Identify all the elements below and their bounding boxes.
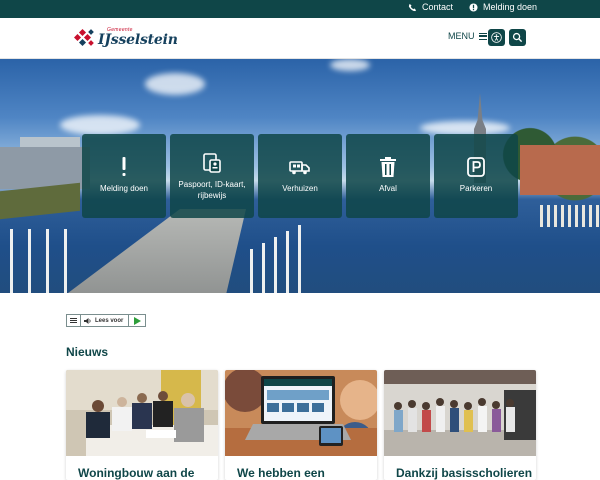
- logo-mark-icon: [74, 28, 94, 47]
- tile-verhuizen[interactable]: Verhuizen: [258, 134, 342, 218]
- tile-melding-doen[interactable]: Melding doen: [82, 134, 166, 218]
- railing-post: [64, 229, 67, 293]
- accessibility-button[interactable]: [488, 29, 505, 46]
- read-aloud-menu-button[interactable]: [67, 315, 81, 326]
- cloud: [145, 73, 205, 95]
- railing-post: [250, 249, 253, 293]
- news-image: [66, 370, 218, 456]
- news-headline: Woningbouw aan de: [78, 466, 195, 480]
- railing-post: [274, 237, 277, 293]
- trash-icon: [380, 157, 396, 177]
- cloud: [330, 59, 370, 71]
- read-aloud-bar: Lees voor: [66, 314, 146, 327]
- news-card[interactable]: We hebben een: [225, 370, 377, 480]
- moving-truck-icon: [289, 161, 310, 175]
- accessibility-icon: [491, 32, 502, 43]
- speaker-icon: [84, 317, 91, 324]
- contact-link[interactable]: Contact: [408, 2, 453, 12]
- tile-label: Afval: [379, 184, 397, 193]
- tile-label: Verhuizen: [282, 184, 318, 193]
- news-card[interactable]: Dankzij basisscholieren: [384, 370, 536, 480]
- boardwalk: [60, 209, 246, 293]
- railing-post: [28, 229, 31, 293]
- search-button[interactable]: [509, 29, 526, 46]
- railing-post: [262, 243, 265, 293]
- cloud: [420, 121, 510, 135]
- menu-label: MENU: [448, 31, 475, 41]
- play-icon: [133, 316, 141, 325]
- fence: [540, 205, 600, 227]
- tile-paspoort[interactable]: Paspoort, ID-kaart, rijbewijs: [170, 134, 254, 218]
- read-aloud-button[interactable]: Lees voor: [81, 315, 129, 326]
- news-headline: We hebben een: [237, 466, 325, 480]
- news-headline: Dankzij basisscholieren: [396, 466, 533, 480]
- railing-post: [298, 225, 301, 293]
- logo[interactable]: Gemeente IJsselstein: [74, 26, 178, 52]
- menu-button[interactable]: MENU: [448, 31, 487, 41]
- railing-post: [286, 231, 289, 293]
- read-aloud-label: Lees voor: [95, 317, 124, 324]
- tile-label: Melding doen: [99, 184, 149, 193]
- melding-link[interactable]: Melding doen: [469, 2, 537, 12]
- search-icon: [512, 32, 523, 43]
- quick-links: Melding doen Paspoort, ID-kaart, rijbewi…: [82, 134, 522, 218]
- building: [520, 145, 600, 195]
- parking-icon: [467, 157, 485, 177]
- melding-label: Melding doen: [483, 2, 538, 12]
- top-bar: Contact Melding doen: [0, 0, 600, 18]
- tile-afval[interactable]: Afval: [346, 134, 430, 218]
- hamburger-icon: [70, 318, 77, 323]
- news-image: [225, 370, 377, 456]
- tile-label: Paspoort, ID-kaart, rijbewijs: [178, 180, 246, 200]
- railing-post: [10, 229, 13, 293]
- cloud: [60, 115, 140, 135]
- play-button[interactable]: [129, 315, 145, 326]
- phone-icon: [408, 3, 417, 11]
- logo-name: IJsselstein: [98, 32, 178, 48]
- tile-label: Parkeren: [459, 184, 493, 193]
- site-header: Gemeente IJsselstein MENU: [0, 18, 600, 59]
- tile-parkeren[interactable]: Parkeren: [434, 134, 518, 218]
- news-card[interactable]: Woningbouw aan de: [66, 370, 218, 480]
- railing-post: [46, 229, 49, 293]
- hamburger-icon: [478, 32, 487, 40]
- news-image: [384, 370, 536, 456]
- exclamation-icon: [122, 157, 126, 176]
- info-icon: [469, 2, 478, 12]
- contact-label: Contact: [422, 2, 454, 12]
- news-heading: Nieuws: [66, 345, 109, 359]
- id-card-icon: [203, 153, 221, 173]
